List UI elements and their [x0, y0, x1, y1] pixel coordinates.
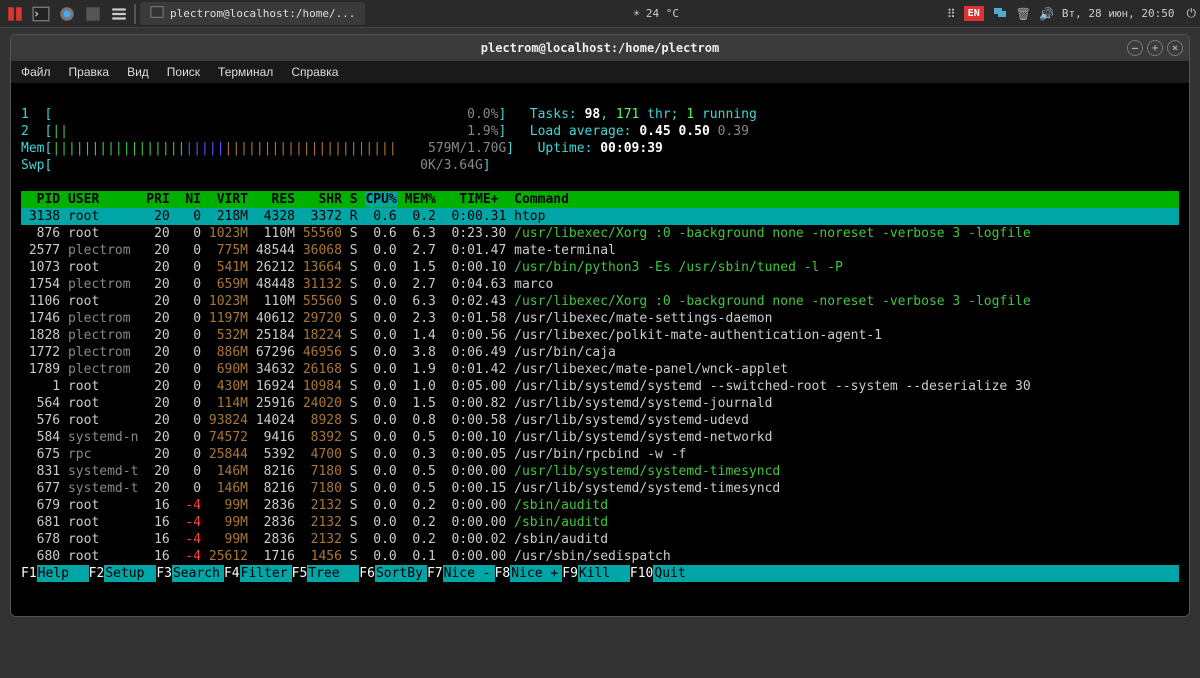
- fkey-label[interactable]: Help: [37, 565, 89, 582]
- process-row[interactable]: 1828 plectrom 20 0 532M 25184 18224 S 0.…: [21, 327, 1179, 344]
- process-row[interactable]: 1106 root 20 0 1023M 110M 55560 S 0.0 6.…: [21, 293, 1179, 310]
- htop-meters: 1 [ 0.0%] Tasks: 98, 171 thr; 1 running …: [21, 107, 757, 173]
- weather-icon: ☀: [633, 7, 640, 20]
- fkey-label[interactable]: SortBy: [375, 565, 427, 582]
- menu-help[interactable]: Справка: [291, 65, 338, 79]
- clock[interactable]: Вт, 28 июн, 20:50: [1062, 7, 1175, 20]
- keyboard-lang[interactable]: EN: [964, 6, 984, 21]
- fkey: F10: [630, 565, 653, 582]
- process-row[interactable]: 677 systemd-t 20 0 146M 8216 7180 S 0.0 …: [21, 480, 1179, 497]
- process-list: 3138 root 20 0 218M 4328 3372 R 0.6 0.2 …: [21, 208, 1179, 565]
- menubar: Файл Правка Вид Поиск Терминал Справка: [11, 61, 1189, 83]
- htop-footer: F1Help F2Setup F3SearchF4FilterF5Tree F6…: [21, 565, 1179, 582]
- taskbar-center: ☀ 24 °C: [369, 7, 942, 20]
- process-row[interactable]: 1789 plectrom 20 0 690M 34632 26168 S 0.…: [21, 361, 1179, 378]
- menu-terminal[interactable]: Терминал: [218, 65, 273, 79]
- process-row[interactable]: 831 systemd-t 20 0 146M 8216 7180 S 0.0 …: [21, 463, 1179, 480]
- process-row[interactable]: 2577 plectrom 20 0 775M 48544 36068 S 0.…: [21, 242, 1179, 259]
- titlebar[interactable]: plectrom@localhost:/home/plectrom – + ×: [11, 35, 1189, 61]
- menu-view[interactable]: Вид: [127, 65, 149, 79]
- terminal-launcher-icon[interactable]: [30, 3, 52, 25]
- process-row[interactable]: 584 systemd-n 20 0 74572 9416 8392 S 0.0…: [21, 429, 1179, 446]
- taskbar-task[interactable]: plectrom@localhost:/home/...: [140, 2, 365, 25]
- session-icon[interactable]: ⏻: [1187, 6, 1197, 21]
- fkey-label[interactable]: Setup: [104, 565, 156, 582]
- fkey: F5: [292, 565, 308, 582]
- fkey: F7: [427, 565, 443, 582]
- fkey: F3: [156, 565, 172, 582]
- network-icon[interactable]: [992, 4, 1008, 23]
- fkey-label[interactable]: Tree: [307, 565, 359, 582]
- fkey: F2: [89, 565, 105, 582]
- task-label: plectrom@localhost:/home/...: [170, 7, 355, 20]
- trash-icon[interactable]: 🗑: [1016, 7, 1031, 21]
- process-row[interactable]: 564 root 20 0 114M 25916 24020 S 0.0 1.5…: [21, 395, 1179, 412]
- process-row[interactable]: 876 root 20 0 1023M 110M 55560 S 0.6 6.3…: [21, 225, 1179, 242]
- fkey: F9: [562, 565, 578, 582]
- activities-icon[interactable]: [4, 3, 26, 25]
- taskbar: plectrom@localhost:/home/... ☀ 24 °C ⠿ E…: [0, 0, 1200, 28]
- fkey-label[interactable]: Nice +: [510, 565, 562, 582]
- fkey-label[interactable]: Filter: [240, 565, 292, 582]
- browser-icon[interactable]: [56, 3, 78, 25]
- process-row[interactable]: 3138 root 20 0 218M 4328 3372 R 0.6 0.2 …: [21, 208, 1179, 225]
- menu-file[interactable]: Файл: [21, 65, 51, 79]
- process-row[interactable]: 678 root 16 -4 99M 2836 2132 S 0.0 0.2 0…: [21, 531, 1179, 548]
- taskbar-divider: [134, 4, 136, 24]
- taskbar-right: ⠿ EN 🗑 🔊 Вт, 28 июн, 20:50 ⏻: [947, 4, 1196, 23]
- terminal-window: plectrom@localhost:/home/plectrom – + × …: [10, 34, 1190, 617]
- fkey-label[interactable]: Quit: [653, 565, 1179, 582]
- fkey-label[interactable]: Kill: [578, 565, 630, 582]
- process-row[interactable]: 1772 plectrom 20 0 886M 67296 46956 S 0.…: [21, 344, 1179, 361]
- process-row[interactable]: 675 rpc 20 0 25844 5392 4700 S 0.0 0.3 0…: [21, 446, 1179, 463]
- fkey: F8: [495, 565, 511, 582]
- task-terminal-icon: [150, 5, 164, 22]
- fkey: F6: [359, 565, 375, 582]
- maximize-button[interactable]: +: [1147, 40, 1163, 56]
- grid-icon[interactable]: ⠿: [947, 7, 956, 21]
- weather-text: 24 °C: [646, 7, 679, 20]
- terminal-content[interactable]: 1 [ 0.0%] Tasks: 98, 171 thr; 1 running …: [11, 83, 1189, 616]
- fkey: F4: [224, 565, 240, 582]
- fkey: F1: [21, 565, 37, 582]
- fkey-label[interactable]: Nice -: [443, 565, 495, 582]
- menu-edit[interactable]: Правка: [69, 65, 110, 79]
- process-row[interactable]: 680 root 16 -4 25612 1716 1456 S 0.0 0.1…: [21, 548, 1179, 565]
- process-row[interactable]: 1 root 20 0 430M 16924 10984 S 0.0 1.0 0…: [21, 378, 1179, 395]
- app-icon[interactable]: [82, 3, 104, 25]
- sound-icon[interactable]: 🔊: [1039, 7, 1054, 21]
- htop-header: PID USER PRI NI VIRT RES SHR S CPU% MEM%…: [21, 191, 1179, 208]
- fkey-label[interactable]: Search: [172, 565, 224, 582]
- process-row[interactable]: 681 root 16 -4 99M 2836 2132 S 0.0 0.2 0…: [21, 514, 1179, 531]
- close-button[interactable]: ×: [1167, 40, 1183, 56]
- process-row[interactable]: 1754 plectrom 20 0 659M 48448 31132 S 0.…: [21, 276, 1179, 293]
- process-row[interactable]: 1073 root 20 0 541M 26212 13664 S 0.0 1.…: [21, 259, 1179, 276]
- window-title: plectrom@localhost:/home/plectrom: [481, 41, 719, 55]
- minimize-button[interactable]: –: [1127, 40, 1143, 56]
- menu-icon[interactable]: [108, 3, 130, 25]
- process-row[interactable]: 576 root 20 0 93824 14024 8928 S 0.0 0.8…: [21, 412, 1179, 429]
- window-controls: – + ×: [1127, 40, 1183, 56]
- process-row[interactable]: 1746 plectrom 20 0 1197M 40612 29720 S 0…: [21, 310, 1179, 327]
- menu-search[interactable]: Поиск: [167, 65, 200, 79]
- process-row[interactable]: 679 root 16 -4 99M 2836 2132 S 0.0 0.2 0…: [21, 497, 1179, 514]
